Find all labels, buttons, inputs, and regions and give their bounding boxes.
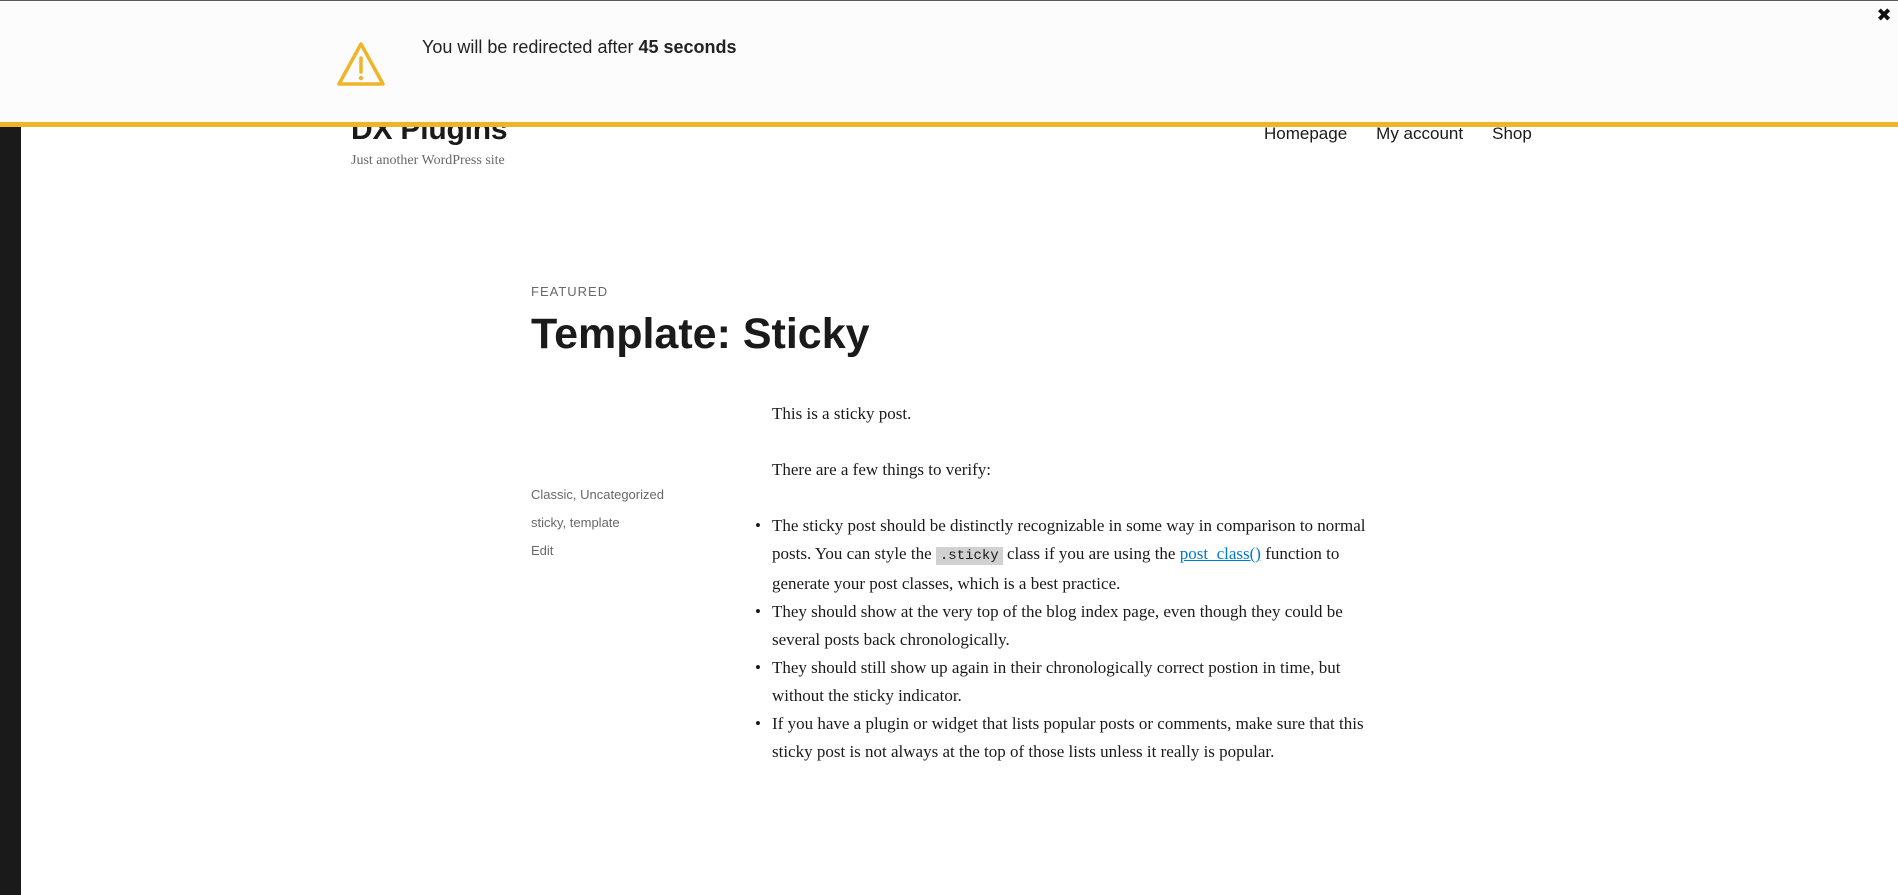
tag-link-sticky[interactable]: sticky: [531, 515, 563, 530]
redirect-notice-text: You will be redirected after 45 seconds: [422, 36, 737, 58]
list-item: • They should show at the very top of th…: [755, 598, 1378, 654]
list-item: • If you have a plugin or widget that li…: [755, 710, 1378, 766]
content-list: • The sticky post should be distinctly r…: [755, 512, 1378, 766]
redirect-notice-prefix: You will be redirected after: [422, 37, 634, 57]
code-sticky-class: .sticky: [935, 547, 1003, 565]
bullet: •: [755, 714, 761, 733]
bullet: •: [755, 516, 761, 535]
post-tags: sticky, template: [531, 515, 620, 530]
content-paragraph: There are a few things to verify:: [772, 460, 992, 479]
post-kicker: FEATURED: [531, 284, 609, 299]
redirect-notice-bar: You will be redirected after 45 seconds …: [0, 0, 1898, 127]
close-icon[interactable]: ✖: [1876, 7, 1892, 25]
post-class-link[interactable]: post_class(): [1180, 544, 1261, 563]
redirect-countdown: 45 seconds: [638, 37, 737, 57]
edit-post-link[interactable]: Edit: [531, 543, 553, 558]
site-description: Just another WordPress site: [351, 153, 505, 168]
tag-link-template[interactable]: template: [570, 515, 620, 530]
bullet: •: [755, 602, 761, 621]
warning-triangle-icon: [336, 41, 386, 87]
list-item: • They should still show up again in the…: [755, 654, 1378, 710]
post-title: Template: Sticky: [531, 310, 870, 358]
category-link-uncategorized[interactable]: Uncategorized: [580, 487, 664, 502]
post-meta: Classic, Uncategorized sticky, template …: [531, 486, 664, 570]
bullet: •: [755, 658, 761, 677]
post-content: This is a sticky post. There are a few t…: [755, 400, 1378, 766]
post-edit: Edit: [531, 542, 664, 570]
content-paragraph: This is a sticky post.: [772, 404, 912, 423]
post-categories: Classic, Uncategorized: [531, 487, 664, 502]
list-item: • The sticky post should be distinctly r…: [755, 512, 1378, 598]
category-link-classic[interactable]: Classic: [531, 487, 573, 502]
